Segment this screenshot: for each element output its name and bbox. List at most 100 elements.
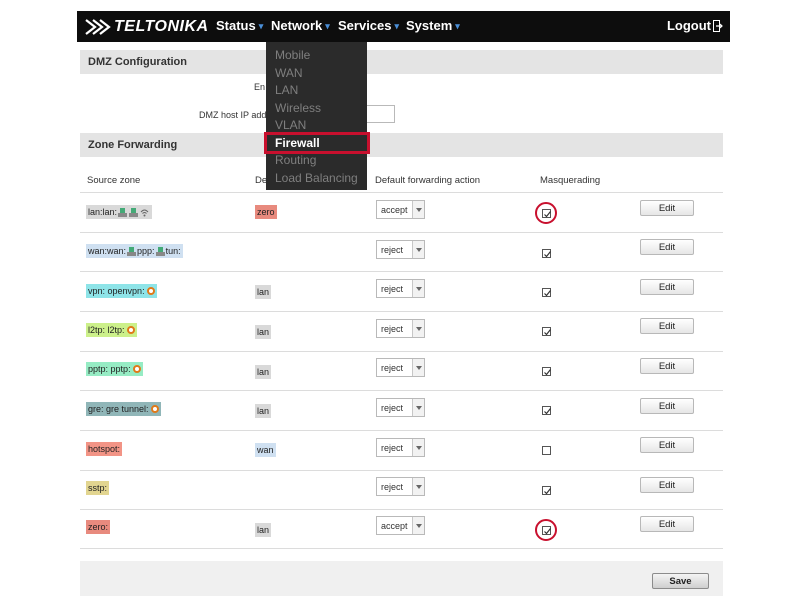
edit-button[interactable]: Edit xyxy=(640,318,694,334)
chevron-down-icon xyxy=(412,478,424,495)
masquerading-checkbox[interactable] xyxy=(542,367,551,376)
nav-system[interactable]: System ▾ xyxy=(406,18,460,33)
col-default-forwarding-action: Default forwarding action xyxy=(375,175,481,186)
masquerading-checkbox[interactable] xyxy=(542,406,551,415)
zone-name: vpn: xyxy=(88,286,106,296)
chevron-down-icon xyxy=(412,241,424,258)
logout-button[interactable]: Logout xyxy=(667,18,723,33)
zone-dest-lan: lan xyxy=(255,285,272,299)
save-button[interactable]: Save xyxy=(652,573,709,589)
row-divider xyxy=(80,311,723,312)
top-bar: TELTONIKA Status ▾ Network ▾ Services ▾ Sys… xyxy=(77,11,730,42)
zone-source-hotspot: hotspot: xyxy=(86,442,123,456)
firewall-highlight-box xyxy=(264,132,370,154)
ethernet-icon xyxy=(129,207,139,217)
zone-source-wan: wan: wan: ppp: tun: xyxy=(86,244,183,258)
highlight-ring xyxy=(535,202,557,224)
logout-label: Logout xyxy=(666,18,711,33)
zone-network: tun: xyxy=(165,246,181,256)
row-divider xyxy=(80,509,723,510)
menu-item-lan[interactable]: LAN xyxy=(275,83,298,97)
chevron-down-icon: ▾ xyxy=(455,21,460,31)
select-value: reject xyxy=(381,324,404,334)
edit-button[interactable]: Edit xyxy=(640,516,694,532)
forwarding-action-select[interactable]: accept xyxy=(376,516,425,535)
ethernet-icon xyxy=(118,207,128,217)
check-icon xyxy=(544,251,551,258)
nav-network-label: Network xyxy=(271,18,323,33)
zone-dest-lan: lan xyxy=(255,365,272,379)
logout-icon xyxy=(713,19,723,32)
masquerading-checkbox[interactable] xyxy=(542,288,551,297)
menu-item-load-balancing[interactable]: Load Balancing xyxy=(275,171,358,185)
zone-dest-lan: lan xyxy=(255,523,272,537)
zone-source-vpn: vpn: openvpn: xyxy=(86,284,157,298)
menu-item-wan[interactable]: WAN xyxy=(275,66,303,80)
row-divider xyxy=(80,192,723,193)
zone-network: wan: xyxy=(107,246,127,256)
edit-button[interactable]: Edit xyxy=(640,477,694,493)
masquerading-checkbox[interactable] xyxy=(542,327,551,336)
zone-name: hotspot: xyxy=(88,444,121,454)
zone-network: ppp: xyxy=(137,246,155,256)
menu-item-mobile[interactable]: Mobile xyxy=(275,48,310,62)
forwarding-action-select[interactable]: reject xyxy=(376,240,425,259)
zone-name: l2tp: xyxy=(88,325,106,335)
nav-status[interactable]: Status ▾ xyxy=(216,18,263,33)
dmz-enable-label: En xyxy=(254,82,266,92)
nav-services[interactable]: Services ▾ xyxy=(338,18,399,33)
col-masquerading: Masquerading xyxy=(540,175,601,186)
edit-button[interactable]: Edit xyxy=(640,437,694,453)
check-icon xyxy=(544,488,551,495)
menu-item-vlan[interactable]: VLAN xyxy=(275,118,306,132)
zone-source-gre: gre: gre tunnel: xyxy=(86,402,161,416)
forwarding-action-select[interactable]: reject xyxy=(376,279,425,298)
logo-text: TELTONIKA xyxy=(114,18,209,35)
forwarding-action-select[interactable]: reject xyxy=(376,438,425,457)
zone-source-lan: lan: lan: xyxy=(86,205,153,219)
edit-button[interactable]: Edit xyxy=(640,239,694,255)
forwarding-action-select[interactable]: reject xyxy=(376,477,425,496)
zone-name: zero: xyxy=(88,522,109,532)
form-footer xyxy=(80,561,723,596)
zone-source-l2tp: l2tp: l2tp: xyxy=(86,323,137,337)
edit-button[interactable]: Edit xyxy=(640,398,694,414)
menu-item-routing[interactable]: Routing xyxy=(275,153,316,167)
select-value: accept xyxy=(381,205,408,215)
teltonika-logo[interactable]: TELTONIKA xyxy=(82,16,209,38)
zone-source-zero: zero: xyxy=(86,520,111,534)
forwarding-action-select[interactable]: accept xyxy=(376,200,425,219)
chevron-down-icon xyxy=(412,399,424,416)
zone-name: pptp: xyxy=(88,364,109,374)
zone-network: lan: xyxy=(102,207,118,217)
masquerading-checkbox[interactable] xyxy=(542,249,551,258)
zone-dest-zero: zero xyxy=(255,205,277,219)
forwarding-action-select[interactable]: reject xyxy=(376,319,425,338)
ethernet-icon xyxy=(155,246,165,256)
edit-button[interactable]: Edit xyxy=(640,200,694,216)
network-dropdown-menu: Mobile WAN LAN Wireless VLAN Firewall Ro… xyxy=(266,42,367,190)
forwarding-action-select[interactable]: reject xyxy=(376,398,425,417)
zone-name: gre: xyxy=(88,404,104,414)
edit-button[interactable]: Edit xyxy=(640,358,694,374)
row-divider xyxy=(80,430,723,431)
edit-button[interactable]: Edit xyxy=(640,279,694,295)
check-icon xyxy=(544,408,551,415)
row-divider xyxy=(80,232,723,233)
masquerading-checkbox[interactable] xyxy=(542,486,551,495)
dmz-section-title: DMZ Configuration xyxy=(88,56,187,68)
nav-network[interactable]: Network ▾ xyxy=(271,18,330,33)
chevron-down-icon xyxy=(412,439,424,456)
teltonika-logo-icon xyxy=(85,19,111,35)
chevron-down-icon: ▾ xyxy=(258,21,264,31)
menu-item-wireless[interactable]: Wireless xyxy=(275,101,321,115)
zone-dest-lan: lan xyxy=(255,404,272,418)
check-icon xyxy=(544,290,551,297)
dmz-section-header: DMZ Configuration xyxy=(80,50,723,74)
masquerading-checkbox[interactable] xyxy=(542,446,551,455)
forwarding-action-select[interactable]: reject xyxy=(376,358,425,377)
select-value: reject xyxy=(381,403,404,413)
row-divider xyxy=(80,271,723,272)
wifi-icon xyxy=(140,209,149,216)
select-value: reject xyxy=(381,482,404,492)
